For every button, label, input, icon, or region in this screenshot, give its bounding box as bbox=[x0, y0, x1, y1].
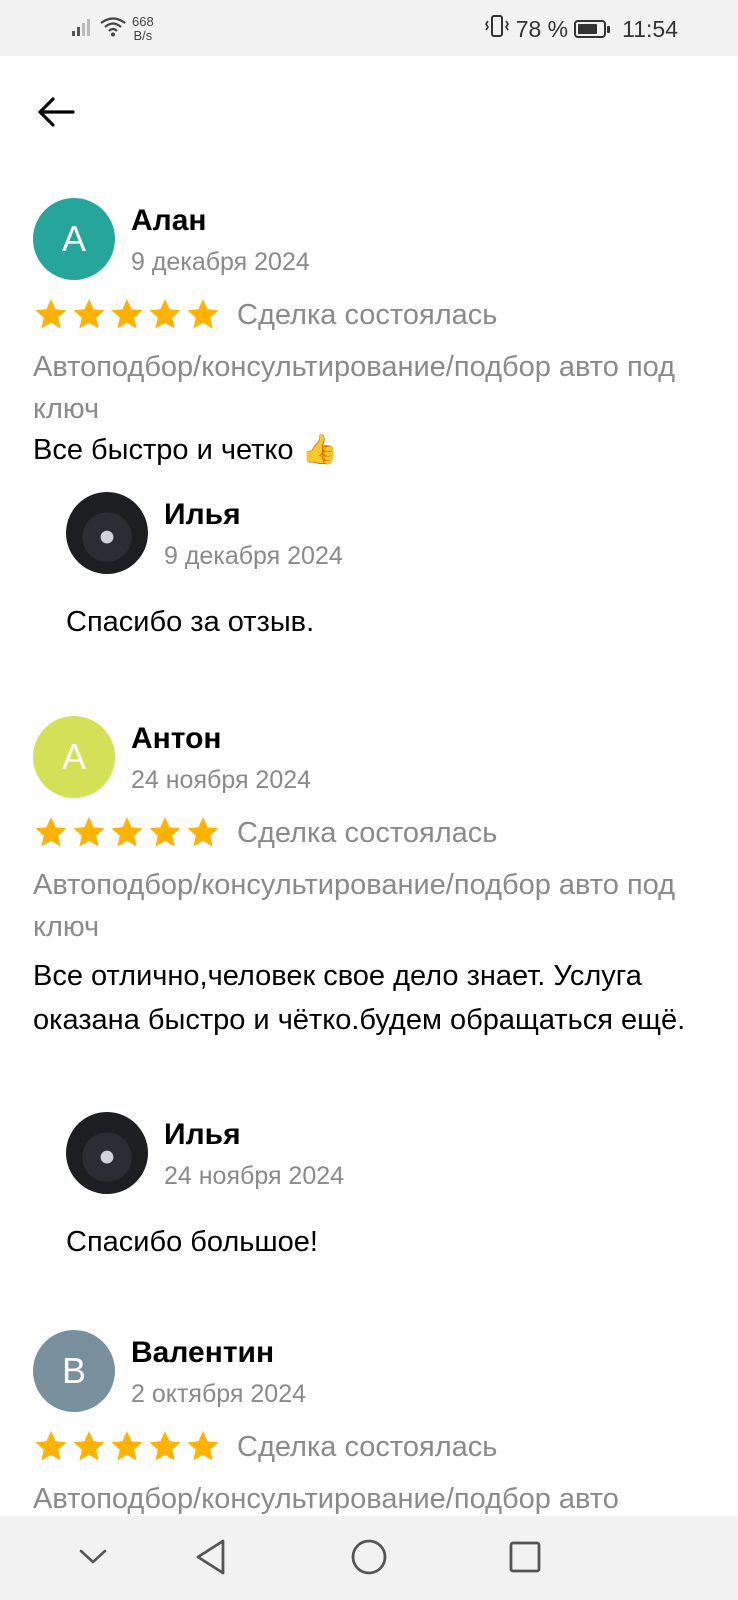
deal-status: Сделка состоялась bbox=[237, 816, 498, 849]
network-speed-unit: B/s bbox=[133, 28, 153, 43]
review-card: А Алан 9 декабря 2024 Сделка состоялась … bbox=[0, 198, 738, 658]
rating-row: Сделка состоялась bbox=[33, 298, 497, 332]
nav-collapse-button[interactable] bbox=[70, 1536, 116, 1582]
star-icon bbox=[35, 817, 67, 847]
reply-author: Илья bbox=[164, 498, 241, 531]
star-icon bbox=[149, 299, 181, 329]
status-right: 78 % 11:54 bbox=[484, 12, 678, 46]
network-speed-value: 668 bbox=[132, 14, 154, 29]
status-left: 668 B/s bbox=[72, 12, 154, 46]
review-date: 2 октября 2024 bbox=[131, 1380, 306, 1408]
star-icon bbox=[149, 817, 181, 847]
reviewer-name: Антон bbox=[131, 722, 222, 755]
reviewer-name: Валентин bbox=[131, 1336, 275, 1369]
star-rating bbox=[33, 298, 221, 332]
review-card: В Валентин 2 октября 2024 Сделка состоял… bbox=[0, 1330, 738, 1516]
reviewer-name: Алан bbox=[131, 204, 207, 237]
status-bar: 668 B/s 78 % 11:54 bbox=[0, 0, 738, 56]
wifi-icon bbox=[100, 16, 126, 42]
star-icon bbox=[111, 299, 143, 329]
battery-icon bbox=[574, 20, 611, 38]
battery-fill bbox=[578, 24, 597, 34]
rating-row: Сделка состоялась bbox=[33, 1430, 497, 1464]
star-icon bbox=[149, 1431, 181, 1461]
avatar bbox=[66, 1112, 148, 1194]
nav-recents-button[interactable] bbox=[502, 1536, 548, 1582]
avatar bbox=[66, 492, 148, 574]
review-text: Все быстро и четко 👍 bbox=[33, 434, 338, 466]
deal-status: Сделка состоялась bbox=[237, 1430, 498, 1463]
star-icon bbox=[73, 299, 105, 329]
avatar: А bbox=[33, 198, 115, 280]
battery-percent: 78 % bbox=[515, 15, 569, 42]
reply-date: 24 ноября 2024 bbox=[164, 1162, 345, 1190]
signal-icon bbox=[72, 18, 94, 41]
vibrate-icon bbox=[484, 14, 510, 44]
network-speed: 668 B/s bbox=[132, 15, 154, 43]
star-icon bbox=[111, 817, 143, 847]
avatar: В bbox=[33, 1330, 115, 1412]
star-icon bbox=[35, 299, 67, 329]
review-text: Все отлично,человек свое дело знает. Усл… bbox=[33, 960, 686, 1036]
avatar: А bbox=[33, 716, 115, 798]
star-icon bbox=[187, 299, 219, 329]
reply-author: Илья bbox=[164, 1118, 241, 1151]
back-button[interactable] bbox=[30, 88, 82, 140]
star-icon bbox=[187, 817, 219, 847]
back-arrow-icon bbox=[37, 96, 75, 133]
nav-recents-icon bbox=[508, 1540, 542, 1579]
review-date: 9 декабря 2024 bbox=[131, 248, 310, 276]
star-icon bbox=[187, 1431, 219, 1461]
nav-collapse-icon bbox=[78, 1547, 108, 1572]
review-card: А Антон 24 ноября 2024 Сделка состоялась… bbox=[0, 716, 738, 1276]
reply-text: Спасибо большое! bbox=[66, 1226, 318, 1258]
star-rating bbox=[33, 816, 221, 850]
rating-row: Сделка состоялась bbox=[33, 816, 497, 850]
nav-home-icon bbox=[350, 1538, 388, 1581]
service-category: Автоподбор/консультирование/подбор авто … bbox=[33, 351, 676, 425]
nav-back-button[interactable] bbox=[188, 1536, 234, 1582]
nav-home-button[interactable] bbox=[346, 1536, 392, 1582]
nav-back-icon bbox=[194, 1538, 228, 1581]
clock: 11:54 bbox=[622, 15, 678, 42]
system-nav-bar bbox=[0, 1516, 738, 1600]
star-icon bbox=[73, 817, 105, 847]
star-icon bbox=[111, 1431, 143, 1461]
deal-status: Сделка состоялась bbox=[237, 298, 498, 331]
star-icon bbox=[73, 1431, 105, 1461]
review-date: 24 ноября 2024 bbox=[131, 766, 312, 794]
reply-date: 9 декабря 2024 bbox=[164, 542, 343, 570]
star-rating bbox=[33, 1430, 221, 1464]
service-category: Автоподбор/консультирование/подбор авто … bbox=[33, 869, 676, 943]
star-icon bbox=[35, 1431, 67, 1461]
reply-text: Спасибо за отзыв. bbox=[66, 606, 315, 638]
service-category: Автоподбор/консультирование/подбор авто bbox=[33, 1483, 619, 1515]
